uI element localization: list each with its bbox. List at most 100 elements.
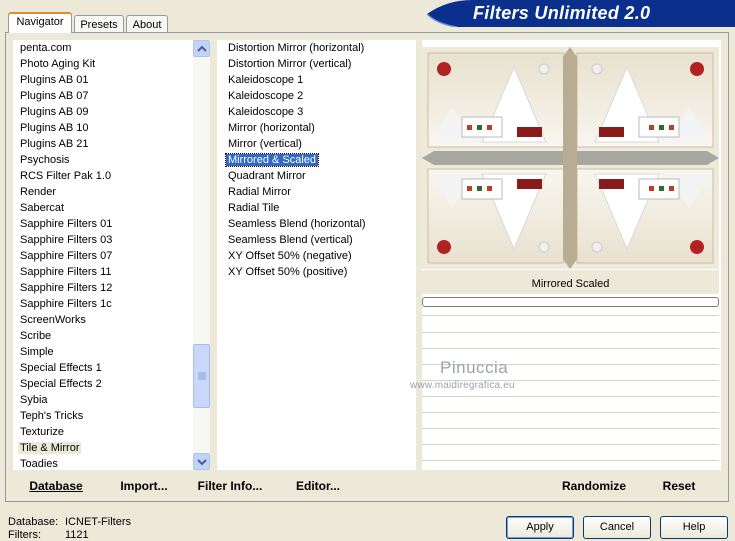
list-item-label: Seamless Blend (vertical) <box>228 234 353 246</box>
list-item[interactable]: Seamless Blend (vertical) <box>226 232 355 248</box>
list-item[interactable]: Plugins AB 21 <box>18 136 91 152</box>
list-item-label: Scribe <box>20 330 52 342</box>
list-item-label: Plugins AB 10 <box>20 122 89 134</box>
list-item-label: Radial Mirror <box>228 186 291 198</box>
list-item-label: Mirrored & Scaled <box>224 153 320 167</box>
scroll-thumb[interactable] <box>193 344 210 408</box>
list-item[interactable]: XY Offset 50% (negative) <box>226 248 354 264</box>
category-scrollbar[interactable] <box>193 40 210 470</box>
list-item-label: Mirror (horizontal) <box>228 122 315 134</box>
list-item[interactable]: Sabercat <box>18 200 66 216</box>
scroll-down-button[interactable] <box>193 453 210 470</box>
list-item[interactable]: Sapphire Filters 11 <box>18 264 114 280</box>
list-item-label: XY Offset 50% (positive) <box>228 266 348 278</box>
list-item-label: Plugins AB 07 <box>20 90 89 102</box>
list-item-label: Sapphire Filters 01 <box>20 218 113 230</box>
list-item-label: Plugins AB 21 <box>20 138 89 150</box>
tab-about[interactable]: About <box>126 15 168 33</box>
list-item[interactable]: Plugins AB 09 <box>18 104 91 120</box>
list-item[interactable]: Special Effects 1 <box>18 360 104 376</box>
list-item[interactable]: Plugins AB 01 <box>18 72 91 88</box>
list-item-label: ScreenWorks <box>20 314 86 326</box>
list-item[interactable]: Sybia <box>18 392 50 408</box>
list-item-label: Sapphire Filters 12 <box>20 282 113 294</box>
list-item[interactable]: RCS Filter Pak 1.0 <box>18 168 113 184</box>
list-item-label: Toadies <box>20 458 58 470</box>
list-item[interactable]: Radial Tile <box>226 200 281 216</box>
list-item-label: Tile & Mirror <box>18 442 82 454</box>
list-item-label: Kaleidoscope 3 <box>228 106 304 118</box>
list-item-label: Special Effects 1 <box>20 362 102 374</box>
list-item-label: Special Effects 2 <box>20 378 102 390</box>
list-item[interactable]: Texturize <box>18 424 66 440</box>
list-item[interactable]: Distortion Mirror (horizontal) <box>226 40 366 56</box>
list-item[interactable]: Mirror (vertical) <box>226 136 304 152</box>
list-item[interactable]: Tile & Mirror <box>18 440 82 456</box>
list-item[interactable]: Psychosis <box>18 152 72 168</box>
tab-navigator[interactable]: Navigator <box>8 12 72 33</box>
list-item-label: Sapphire Filters 07 <box>20 250 113 262</box>
list-item[interactable]: Sapphire Filters 07 <box>18 248 114 264</box>
list-item[interactable]: Radial Mirror <box>226 184 293 200</box>
list-item[interactable]: Quadrant Mirror <box>226 168 308 184</box>
list-item[interactable]: Mirrored & Scaled <box>224 152 320 168</box>
randomize-button[interactable]: Randomize <box>558 477 630 495</box>
list-item-label: Plugins AB 01 <box>20 74 89 86</box>
chevron-up-icon <box>197 45 207 52</box>
chevron-down-icon <box>197 459 207 466</box>
list-item[interactable]: Render <box>18 184 58 200</box>
list-item[interactable]: Special Effects 2 <box>18 376 104 392</box>
database-button[interactable]: Database <box>25 477 87 495</box>
list-item[interactable]: Kaleidoscope 1 <box>226 72 305 88</box>
reset-button[interactable]: Reset <box>656 477 702 495</box>
list-item-label: XY Offset 50% (negative) <box>228 250 352 262</box>
list-item[interactable]: ScreenWorks <box>18 312 88 328</box>
import-button[interactable]: Import... <box>117 477 171 495</box>
list-item-label: Sabercat <box>20 202 65 214</box>
list-item-label: penta.com <box>20 42 72 54</box>
list-item[interactable]: Kaleidoscope 3 <box>226 104 305 120</box>
list-item-label: Render <box>20 186 57 198</box>
list-item[interactable]: Sapphire Filters 12 <box>18 280 114 296</box>
list-item[interactable]: Sapphire Filters 03 <box>18 232 114 248</box>
apply-button[interactable]: Apply <box>506 516 574 539</box>
status-database-label: Database: <box>8 516 59 528</box>
list-item[interactable]: Seamless Blend (horizontal) <box>226 216 368 232</box>
tab-presets[interactable]: Presets <box>74 15 124 33</box>
list-item-label: Sybia <box>20 394 48 406</box>
app-title: Filters Unlimited 2.0 <box>473 3 651 23</box>
status-filters-label: Filters: <box>8 529 41 541</box>
list-item-label: Distortion Mirror (vertical) <box>228 58 352 70</box>
list-item[interactable]: Distortion Mirror (vertical) <box>226 56 353 72</box>
list-item[interactable]: Kaleidoscope 2 <box>226 88 305 104</box>
scroll-up-button[interactable] <box>193 40 210 57</box>
list-item[interactable]: Plugins AB 07 <box>18 88 91 104</box>
list-item[interactable]: Scribe <box>18 328 53 344</box>
list-item-label: Teph's Tricks <box>20 410 84 422</box>
category-list[interactable]: penta.com Photo Aging Kit Plugins AB 01 Plu… <box>13 40 193 470</box>
list-item[interactable]: Mirror (horizontal) <box>226 120 317 136</box>
list-item[interactable]: Simple <box>18 344 56 360</box>
list-item-label: RCS Filter Pak 1.0 <box>20 170 112 182</box>
cancel-button[interactable]: Cancel <box>583 516 651 539</box>
editor-button[interactable]: Editor... <box>292 477 344 495</box>
list-item-label: Simple <box>20 346 54 358</box>
list-item[interactable]: XY Offset 50% (positive) <box>226 264 349 280</box>
list-item-label: Quadrant Mirror <box>228 170 306 182</box>
list-item[interactable]: Toadies <box>18 456 60 470</box>
list-item-label: Seamless Blend (horizontal) <box>228 218 366 230</box>
list-item-label: Kaleidoscope 1 <box>228 74 304 86</box>
list-item-label: Psychosis <box>20 154 70 166</box>
list-item[interactable]: Plugins AB 10 <box>18 120 91 136</box>
list-item[interactable]: penta.com <box>18 40 73 56</box>
list-item[interactable]: Photo Aging Kit <box>18 56 97 72</box>
filter-list[interactable]: Distortion Mirror (horizontal) Distortion… <box>217 40 416 470</box>
list-item[interactable]: Teph's Tricks <box>18 408 85 424</box>
list-item-label: Texturize <box>20 426 65 438</box>
list-item[interactable]: Sapphire Filters 1c <box>18 296 114 312</box>
list-item[interactable]: Sapphire Filters 01 <box>18 216 114 232</box>
list-item-label: Plugins AB 09 <box>20 106 89 118</box>
progress-bar <box>422 297 719 307</box>
filter-info-button[interactable]: Filter Info... <box>196 477 264 495</box>
help-button[interactable]: Help <box>660 516 728 539</box>
